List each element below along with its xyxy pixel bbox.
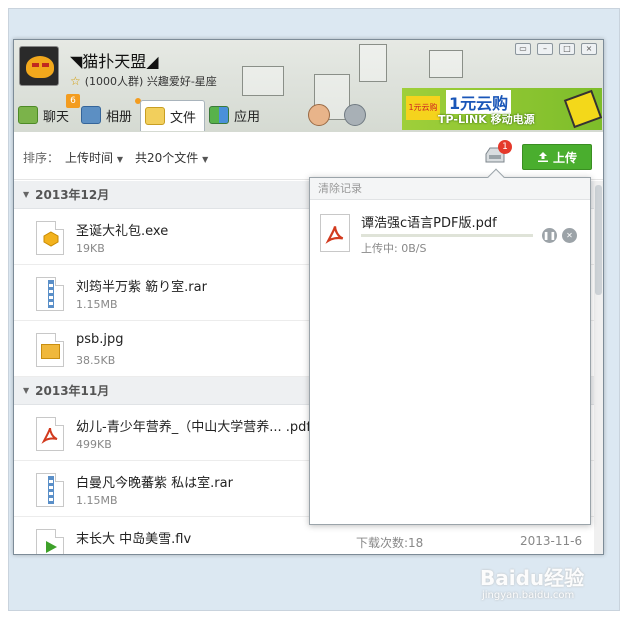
apps-icon (209, 106, 230, 124)
ad-tag: 1元云购 (406, 96, 440, 120)
video-file-icon (36, 529, 64, 554)
clear-history-link[interactable]: 清除记录 (318, 182, 362, 195)
add-member-icon[interactable] (308, 104, 330, 126)
file-name[interactable]: 幼儿-青少年营养_（中山大学营养... .pdf (76, 416, 311, 435)
collapse-icon: ▼ (23, 190, 30, 199)
decor-frame (242, 66, 284, 96)
tab-chat[interactable]: 聊天 6 (14, 94, 80, 130)
group-avatar[interactable] (19, 46, 59, 86)
upload-item: 谭浩强c语言PDF版.pdf 上传中: 0B/S ❚❚ ✕ (320, 214, 582, 258)
chat-icon (18, 106, 38, 124)
file-size: 19KB (76, 242, 105, 255)
upload-icon (537, 152, 548, 162)
zip-file-icon (36, 473, 64, 507)
album-icon (81, 106, 102, 124)
minimize-button[interactable]: – (537, 43, 553, 55)
collapse-icon: ▼ (23, 386, 30, 395)
skin-button[interactable]: ▭ (515, 43, 531, 55)
tab-chat-label: 聊天 (43, 109, 70, 125)
download-count: 下载次数:18 (356, 536, 424, 550)
sort-value: 上传时间 (65, 151, 114, 165)
scrollbar[interactable] (594, 181, 603, 554)
battery-icon (563, 89, 602, 129)
chevron-down-icon: ▼ (116, 155, 124, 164)
folder-icon (145, 107, 166, 125)
file-name[interactable]: 刘筠半万紫 簕り室.rar (76, 276, 207, 295)
file-name[interactable]: 白曼凡今晚蕃紫 私は室.rar (76, 472, 233, 491)
decor-frame (429, 50, 463, 78)
tab-apps-label: 应用 (234, 109, 261, 125)
tab-apps[interactable]: 应用 (205, 100, 268, 130)
watermark-url: jingyan.baidu.com (482, 590, 575, 601)
upload-status: 上传中: 0B/S (361, 242, 427, 255)
gear-icon[interactable] (344, 104, 366, 126)
file-toolbar: 排序： 上传时间 ▼ 共20个文件 ▼ 1 上传 (14, 132, 603, 180)
group-meta: ☆ (1000人群) 兴趣爱好-星座 (70, 73, 217, 89)
group-name[interactable]: ◥猫扑天盟◢ (70, 48, 159, 72)
tab-bar: 聊天 6 相册 文件 应用 (14, 94, 268, 131)
sort-bar: 排序： 上传时间 ▼ 共20个文件 ▼ (23, 149, 208, 166)
file-name[interactable]: 末长大 中岛美雪.flv (76, 528, 191, 547)
upload-label: 上传 (552, 150, 577, 165)
tab-album[interactable]: 相册 (77, 98, 142, 130)
cancel-button[interactable]: ✕ (562, 228, 577, 243)
file-size: 38.5KB (76, 354, 116, 367)
pause-button[interactable]: ❚❚ (542, 228, 557, 243)
group-meta-text: (1000人群) 兴趣爱好-星座 (84, 75, 217, 88)
ad-subtitle: TP-LINK 移动电源 (438, 113, 535, 126)
chevron-down-icon: ▼ (202, 155, 209, 164)
file-size: 499KB (76, 438, 112, 451)
file-name[interactable]: 圣诞大礼包.exe (76, 220, 168, 239)
close-button[interactable]: × (581, 43, 597, 55)
group-title: 2013年12月 (35, 188, 110, 202)
tab-files[interactable]: 文件 (140, 100, 206, 131)
exe-file-icon (36, 221, 64, 255)
file-size: 1.15MB (76, 494, 118, 507)
sort-dropdown[interactable]: 上传时间 ▼ (65, 149, 123, 166)
upload-button[interactable]: 上传 (522, 144, 592, 170)
pdf-file-icon (320, 214, 350, 252)
upload-date: 2013-11-6 (520, 534, 583, 548)
upload-file-name: 谭浩强c语言PDF版.pdf (361, 216, 497, 231)
image-file-icon (36, 333, 64, 367)
popup-header: 清除记录 (310, 178, 590, 200)
file-name[interactable]: psb.jpg (76, 332, 124, 347)
group-header: ◥猫扑天盟◢ ☆(1000人群) 兴趣爱好-星座 聊天 6 相册 文件 应用 (14, 40, 603, 132)
ad-banner[interactable]: 1元云购 1元云购 TP-LINK 移动电源 (402, 88, 602, 130)
tab-files-label: 文件 (170, 110, 197, 126)
sort-label: 排序： (23, 151, 60, 165)
file-count-dropdown[interactable]: 共20个文件 ▼ (135, 149, 208, 166)
window-controls: ▭ – □ × (515, 43, 597, 55)
group-title: 2013年11月 (35, 384, 110, 398)
decor-frame (359, 44, 387, 82)
scroll-thumb[interactable] (595, 185, 602, 295)
file-count: 共20个文件 (135, 151, 199, 165)
zip-file-icon (36, 277, 64, 311)
tray-badge: 1 (498, 140, 512, 154)
tab-album-label: 相册 (106, 109, 133, 125)
pdf-file-icon (36, 417, 64, 451)
watermark-logo: Baidu经验 (480, 566, 585, 590)
star-icon: ☆ (70, 74, 81, 88)
upload-popup: 清除记录 谭浩强c语言PDF版.pdf 上传中: 0B/S ❚❚ ✕ (309, 168, 591, 525)
upload-progress-bar (361, 234, 533, 237)
maximize-button[interactable]: □ (559, 43, 575, 55)
file-size: 1.15MB (76, 298, 118, 311)
